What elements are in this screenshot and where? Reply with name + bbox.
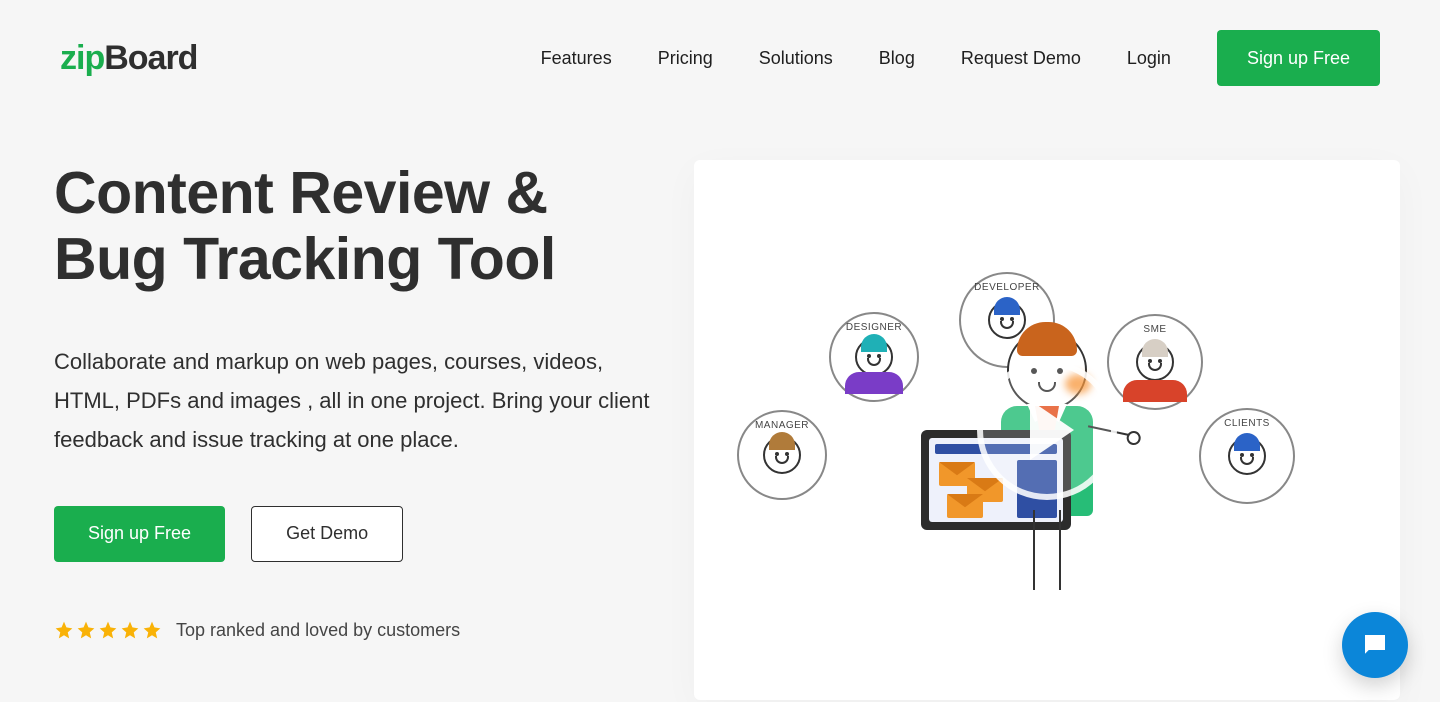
nav-features[interactable]: Features (541, 48, 612, 69)
nav-blog[interactable]: Blog (879, 48, 915, 69)
star-icon (120, 620, 140, 640)
face-icon (763, 436, 801, 474)
brand-logo-part2: Board (104, 39, 197, 78)
role-label-designer: DESIGNER (846, 322, 902, 333)
role-label-manager: MANAGER (755, 420, 809, 431)
envelope-icon (947, 494, 983, 518)
rating-text: Top ranked and loved by customers (176, 620, 460, 641)
role-label-developer: DEVELOPER (974, 282, 1040, 293)
play-video-button[interactable] (977, 360, 1117, 500)
brand-logo[interactable]: zipBoard (60, 39, 197, 78)
hero-title-line1: Content Review & (54, 160, 548, 226)
chat-icon (1360, 630, 1390, 660)
face-icon (855, 338, 893, 376)
top-nav: zipBoard Features Pricing Solutions Blog… (0, 0, 1440, 96)
hero: Content Review & Bug Tracking Tool Colla… (0, 96, 1440, 700)
nav-links: Features Pricing Solutions Blog Request … (541, 48, 1171, 69)
star-icon (142, 620, 162, 640)
rating-stars (54, 620, 162, 640)
nav-login[interactable]: Login (1127, 48, 1171, 69)
hero-title: Content Review & Bug Tracking Tool (54, 160, 654, 292)
nav-signup-button[interactable]: Sign up Free (1217, 30, 1380, 86)
hero-ctas: Sign up Free Get Demo (54, 506, 654, 562)
role-bubble-designer: DESIGNER (829, 312, 919, 402)
hero-video-card: MANAGER DESIGNER DEVELOPER SME CLIENTS (694, 160, 1400, 700)
nav-pricing[interactable]: Pricing (658, 48, 713, 69)
hero-demo-button[interactable]: Get Demo (251, 506, 403, 562)
star-icon (76, 620, 96, 640)
play-icon (1030, 400, 1074, 460)
hero-left: Content Review & Bug Tracking Tool Colla… (54, 160, 654, 700)
hero-signup-button[interactable]: Sign up Free (54, 506, 225, 562)
face-icon (1228, 437, 1266, 475)
role-label-clients: CLIENTS (1224, 418, 1270, 429)
nav-solutions[interactable]: Solutions (759, 48, 833, 69)
brand-logo-part1: zip (60, 39, 104, 78)
role-bubble-clients: CLIENTS (1199, 408, 1295, 504)
role-label-sme: SME (1143, 324, 1166, 335)
star-icon (54, 620, 74, 640)
rating-row: Top ranked and loved by customers (54, 620, 654, 641)
hero-subtitle: Collaborate and markup on web pages, cou… (54, 342, 654, 459)
nav-request-demo[interactable]: Request Demo (961, 48, 1081, 69)
hero-title-line2: Bug Tracking Tool (54, 226, 556, 292)
role-bubble-manager: MANAGER (737, 410, 827, 500)
star-icon (98, 620, 118, 640)
face-icon (1136, 343, 1174, 381)
chat-launcher-button[interactable] (1342, 612, 1408, 678)
